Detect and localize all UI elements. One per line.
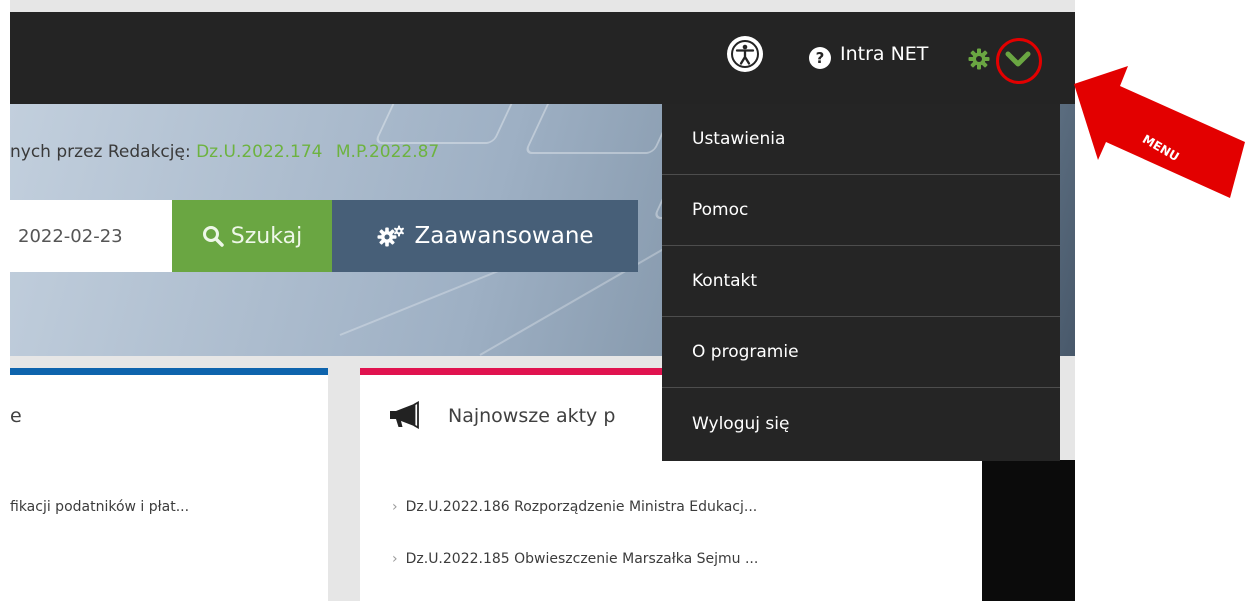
list-item-label: Dz.U.2022.186 Rozporządzenie Ministra Ed… [405, 499, 758, 515]
annotation-arrow [1074, 66, 1245, 198]
top-bar: ? Intra NET [10, 12, 1075, 104]
user-label[interactable]: Intra NET [840, 43, 928, 65]
dropdown-menu: Ustawienia Pomoc Kontakt O programie Wyl… [662, 104, 1060, 461]
advanced-search-label: Zaawansowane [414, 223, 594, 249]
megaphone-icon [390, 401, 419, 429]
background-panel [982, 460, 1075, 601]
accessibility-icon[interactable] [727, 36, 763, 72]
chevron-right-icon: › [392, 551, 398, 567]
menu-item-label: Wyloguj się [692, 413, 790, 434]
menu-toggle-button[interactable] [1003, 46, 1033, 72]
notice-link-du[interactable]: Dz.U.2022.174 [196, 142, 322, 162]
menu-item-pomoc[interactable]: Pomoc [662, 175, 1060, 246]
gears-icon [377, 225, 405, 247]
chevron-down-icon [1005, 51, 1031, 67]
search-button[interactable]: Szukaj [172, 200, 332, 272]
keyboard-key [373, 104, 527, 144]
advanced-search-button[interactable]: Zaawansowane [332, 200, 638, 272]
menu-item-label: O programie [692, 342, 799, 362]
menu-item-label: Kontakt [692, 271, 758, 291]
notice-text: nych przez Redakcję: [10, 142, 191, 162]
list-item[interactable]: › Dz.U.2022.185 Obwieszczenie Marszałka S… [392, 551, 758, 567]
search-button-label: Szukaj [230, 223, 303, 249]
app-window: ? Intra NET nych przez Redakcję: Dz.U.20… [10, 0, 1075, 601]
card-title: Najnowsze akty p [448, 405, 616, 427]
list-item[interactable]: fikacji podatników i płat... [10, 499, 189, 515]
gear-icon[interactable] [968, 48, 990, 74]
chevron-right-icon: › [392, 499, 398, 515]
date-input[interactable] [10, 200, 172, 272]
menu-item-kontakt[interactable]: Kontakt [662, 246, 1060, 317]
menu-item-label: Ustawienia [692, 129, 786, 149]
question-circle-icon[interactable]: ? [809, 47, 831, 69]
list-item[interactable]: › Dz.U.2022.186 Rozporządzenie Ministra E… [392, 499, 757, 515]
notice-link-mp[interactable]: M.P.2022.87 [336, 142, 439, 162]
news-card-left: e fikacji podatników i płat... [10, 368, 328, 601]
menu-item-o-programie[interactable]: O programie [662, 317, 1060, 388]
menu-item-wyloguj[interactable]: Wyloguj się [662, 388, 1060, 459]
search-icon [202, 226, 224, 247]
menu-item-ustawienia[interactable]: Ustawienia [662, 104, 1060, 175]
list-item-label: Dz.U.2022.185 Obwieszczenie Marszałka Se… [405, 551, 759, 567]
menu-item-label: Pomoc [692, 200, 749, 220]
card-title: e [10, 405, 22, 427]
update-notice: nych przez Redakcję: Dz.U.2022.174 M.P.2… [10, 142, 447, 162]
